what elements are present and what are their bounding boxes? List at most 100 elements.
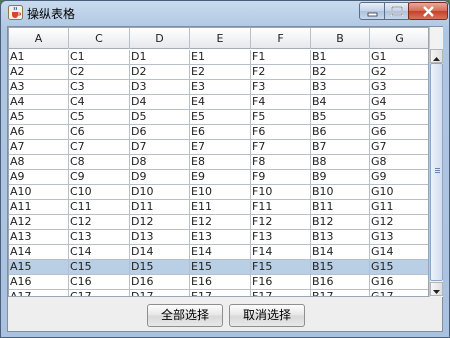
minimize-button[interactable]	[359, 2, 385, 20]
column-header[interactable]: C	[69, 28, 130, 49]
scroll-thumb[interactable]	[430, 63, 443, 281]
table-cell[interactable]: D12	[130, 215, 190, 230]
table-cell[interactable]: A10	[9, 185, 69, 200]
table-row[interactable]: A15 C15 D15 E15 F15 B15 G15	[9, 260, 428, 275]
table-cell[interactable]: D10	[130, 185, 190, 200]
table-cell[interactable]: D15	[130, 260, 190, 275]
deselect-button[interactable]: 取消选择	[229, 304, 305, 327]
table-cell[interactable]: F15	[251, 260, 311, 275]
table-cell[interactable]: F17	[251, 290, 311, 296]
table-cell[interactable]: F3	[251, 80, 311, 95]
table-cell[interactable]: F10	[251, 185, 311, 200]
table-cell[interactable]: B2	[311, 65, 370, 80]
table-cell[interactable]: E13	[190, 230, 251, 245]
select-all-button[interactable]: 全部选择	[147, 304, 223, 327]
table-cell[interactable]: G6	[370, 125, 428, 140]
table-cell[interactable]: G10	[370, 185, 428, 200]
table-cell[interactable]: F9	[251, 170, 311, 185]
vertical-scrollbar[interactable]	[429, 27, 443, 297]
table-cell[interactable]: D6	[130, 125, 190, 140]
table-cell[interactable]: D9	[130, 170, 190, 185]
table-row[interactable]: A10 C10 D10 E10 F10 B10 G10	[9, 185, 428, 200]
table-cell[interactable]: A4	[9, 95, 69, 110]
table-cell[interactable]: A1	[9, 50, 69, 65]
table-cell[interactable]: A2	[9, 65, 69, 80]
table-cell[interactable]: D2	[130, 65, 190, 80]
column-header[interactable]: E	[190, 28, 251, 49]
table-cell[interactable]: C4	[69, 95, 130, 110]
table-row[interactable]: A1 C1 D1 E1 F1 B1 G1	[9, 50, 428, 65]
table-cell[interactable]: D16	[130, 275, 190, 290]
table-cell[interactable]: E11	[190, 200, 251, 215]
table-cell[interactable]: B13	[311, 230, 370, 245]
table-cell[interactable]: A9	[9, 170, 69, 185]
table-cell[interactable]: B12	[311, 215, 370, 230]
table-cell[interactable]: E8	[190, 155, 251, 170]
table-cell[interactable]: G14	[370, 245, 428, 260]
table-row[interactable]: A4 C4 D4 E4 F4 B4 G4	[9, 95, 428, 110]
table-cell[interactable]: D8	[130, 155, 190, 170]
table-cell[interactable]: D17	[130, 290, 190, 296]
table-cell[interactable]: C5	[69, 110, 130, 125]
table-cell[interactable]: A15	[9, 260, 69, 275]
table-cell[interactable]: G9	[370, 170, 428, 185]
table-row[interactable]: A17 C17 D17 E17 F17 B17 G17	[9, 290, 428, 296]
table-cell[interactable]: D4	[130, 95, 190, 110]
table-cell[interactable]: E5	[190, 110, 251, 125]
table-cell[interactable]: F5	[251, 110, 311, 125]
table-cell[interactable]: B10	[311, 185, 370, 200]
table-cell[interactable]: E15	[190, 260, 251, 275]
table-row[interactable]: A12 C12 D12 E12 F12 B12 G12	[9, 215, 428, 230]
table-cell[interactable]: G12	[370, 215, 428, 230]
table-cell[interactable]: G17	[370, 290, 428, 296]
table-cell[interactable]: G11	[370, 200, 428, 215]
table-cell[interactable]: A5	[9, 110, 69, 125]
table-row[interactable]: A8 C8 D8 E8 F8 B8 G8	[9, 155, 428, 170]
table-cell[interactable]: B17	[311, 290, 370, 296]
table-cell[interactable]: G1	[370, 50, 428, 65]
table-cell[interactable]: F16	[251, 275, 311, 290]
table-cell[interactable]: A13	[9, 230, 69, 245]
data-table[interactable]: ACDEFBG A1 C1 D1 E1 F1 B1 G1 A2 C2 D2 E2 F2 B2 G2 A3 C3…	[8, 27, 429, 297]
table-row[interactable]: A14 C14 D14 E14 F14 B14 G14	[9, 245, 428, 260]
table-row[interactable]: A13 C13 D13 E13 F13 B13 G13	[9, 230, 428, 245]
table-cell[interactable]: C14	[69, 245, 130, 260]
table-cell[interactable]: C11	[69, 200, 130, 215]
table-cell[interactable]: E10	[190, 185, 251, 200]
table-cell[interactable]: C9	[69, 170, 130, 185]
table-cell[interactable]: B15	[311, 260, 370, 275]
table-cell[interactable]: G8	[370, 155, 428, 170]
table-cell[interactable]: C1	[69, 50, 130, 65]
table-cell[interactable]: D14	[130, 245, 190, 260]
column-header[interactable]: A	[9, 28, 69, 49]
table-cell[interactable]: C8	[69, 155, 130, 170]
table-cell[interactable]: E14	[190, 245, 251, 260]
table-cell[interactable]: E3	[190, 80, 251, 95]
table-row[interactable]: A7 C7 D7 E7 F7 B7 G7	[9, 140, 428, 155]
table-cell[interactable]: F14	[251, 245, 311, 260]
table-row[interactable]: A5 C5 D5 E5 F5 B5 G5	[9, 110, 428, 125]
table-cell[interactable]: A6	[9, 125, 69, 140]
table-cell[interactable]: C12	[69, 215, 130, 230]
table-cell[interactable]: B4	[311, 95, 370, 110]
table-cell[interactable]: G15	[370, 260, 428, 275]
table-cell[interactable]: A17	[9, 290, 69, 296]
table-cell[interactable]: A8	[9, 155, 69, 170]
table-row[interactable]: A11 C11 D11 E11 F11 B11 G11	[9, 200, 428, 215]
scroll-up-button[interactable]	[430, 49, 443, 63]
table-cell[interactable]: A16	[9, 275, 69, 290]
table-cell[interactable]: F4	[251, 95, 311, 110]
table-cell[interactable]: A3	[9, 80, 69, 95]
table-cell[interactable]: B14	[311, 245, 370, 260]
table-cell[interactable]: E4	[190, 95, 251, 110]
table-cell[interactable]: E17	[190, 290, 251, 296]
table-cell[interactable]: B3	[311, 80, 370, 95]
table-cell[interactable]: C3	[69, 80, 130, 95]
table-row[interactable]: A9 C9 D9 E9 F9 B9 G9	[9, 170, 428, 185]
table-cell[interactable]: A12	[9, 215, 69, 230]
table-cell[interactable]: E7	[190, 140, 251, 155]
table-cell[interactable]: F7	[251, 140, 311, 155]
table-cell[interactable]: B1	[311, 50, 370, 65]
table-cell[interactable]: A11	[9, 200, 69, 215]
column-header[interactable]: D	[130, 28, 190, 49]
